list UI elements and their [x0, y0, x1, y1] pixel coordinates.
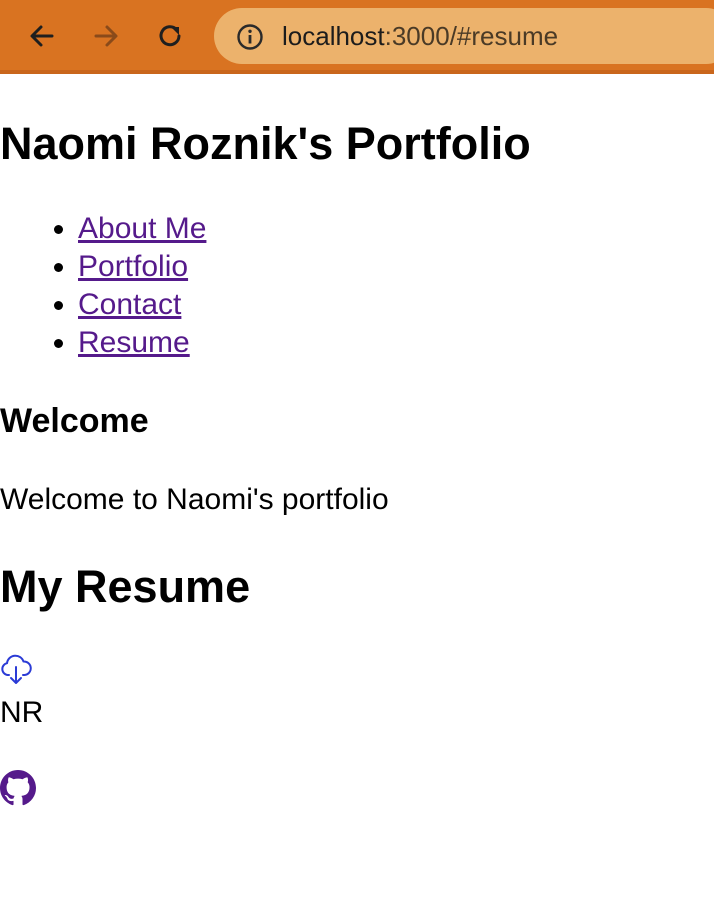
page-title: Naomi Roznik's Portfolio: [0, 118, 531, 169]
nav-item-contact: Contact: [78, 286, 206, 324]
address-bar[interactable]: localhost:3000/#resume: [214, 8, 714, 64]
nav-link-portfolio[interactable]: Portfolio: [78, 250, 188, 283]
browser-toolbar: localhost:3000/#resume: [0, 0, 714, 74]
nav-item-portfolio: Portfolio: [78, 248, 206, 286]
nav-item-resume: Resume: [78, 324, 206, 362]
reload-icon: [159, 25, 181, 47]
page-content: Naomi Roznik's Portfolio About Me Portfo…: [0, 74, 714, 904]
arrow-right-icon: [94, 25, 118, 47]
info-icon[interactable]: [236, 23, 264, 51]
arrow-left-icon: [30, 25, 54, 47]
reload-button[interactable]: [148, 14, 192, 58]
url-path: :3000/#resume: [384, 21, 559, 51]
nav-link-resume[interactable]: Resume: [78, 326, 190, 359]
resume-heading: My Resume: [0, 561, 251, 612]
welcome-heading: Welcome: [0, 402, 149, 440]
main-nav: About Me Portfolio Contact Resume: [0, 210, 206, 362]
nav-link-contact[interactable]: Contact: [78, 288, 181, 321]
github-icon[interactable]: [0, 770, 36, 806]
forward-button[interactable]: [84, 14, 128, 58]
url-host: localhost: [282, 21, 385, 51]
welcome-text: Welcome to Naomi's portfolio: [0, 483, 389, 516]
nav-item-about: About Me: [78, 210, 206, 248]
back-button[interactable]: [20, 14, 64, 58]
initials-text: NR: [0, 696, 44, 729]
address-url[interactable]: localhost:3000/#resume: [282, 21, 558, 51]
cloud-download-icon[interactable]: [0, 652, 32, 686]
nav-link-about[interactable]: About Me: [78, 212, 206, 245]
